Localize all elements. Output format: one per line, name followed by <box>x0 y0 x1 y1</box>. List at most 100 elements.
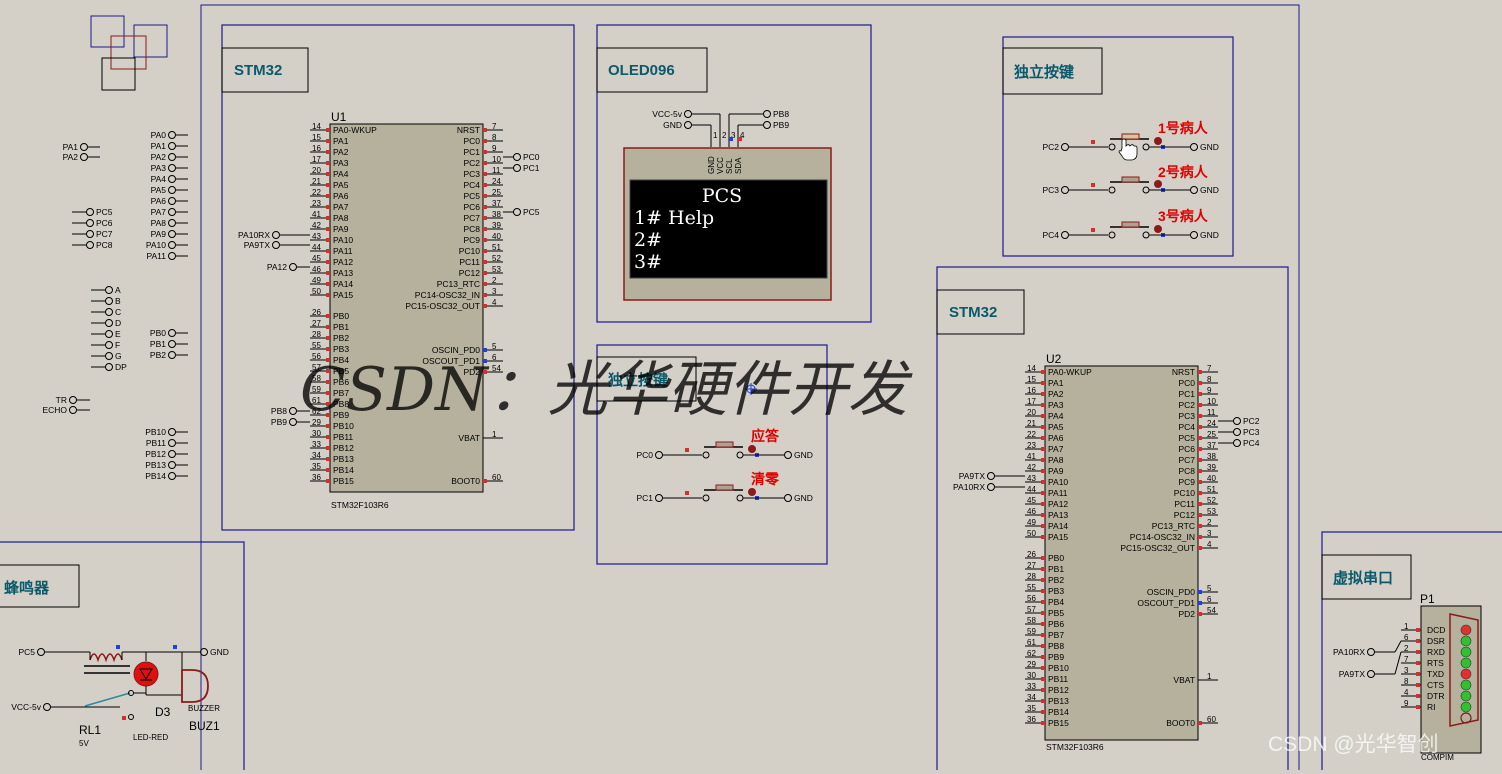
terminal-left-node <box>105 308 113 316</box>
terminal-pc5: PC5 <box>523 207 540 217</box>
terminal-pa9tx-node <box>272 241 280 249</box>
chip-pin-name: PC5 <box>1178 433 1195 443</box>
chip-pin-number: 45 <box>1027 496 1036 505</box>
switch-contact <box>702 494 710 502</box>
chip-pin-number: 42 <box>1027 463 1036 472</box>
chip-pin-marker <box>1041 392 1045 396</box>
chip-pin-name: PB11 <box>333 432 353 442</box>
chip-pin-name: PC11 <box>1174 499 1195 509</box>
oled-pin-marker <box>738 137 742 141</box>
chip-pin-number: 49 <box>1027 518 1036 527</box>
chip-pin-name: PC1 <box>1178 389 1195 399</box>
chip-pin-number: 5 <box>492 342 497 351</box>
chip-pin-marker <box>1041 556 1045 560</box>
chip-pin-number: 43 <box>312 232 321 241</box>
chip-pin-name: PC3 <box>463 169 480 179</box>
chip-pin-name: PA3 <box>1048 400 1064 410</box>
chip-pin-number: 11 <box>1207 408 1216 417</box>
chip-pin-marker <box>483 194 487 198</box>
chip-pin-marker <box>1198 524 1202 528</box>
pin-marker <box>1091 140 1095 144</box>
chip-pin-number: 52 <box>1207 496 1216 505</box>
terminal-left: B <box>115 296 121 306</box>
terminal-left: PA7 <box>151 207 167 217</box>
terminal-left-node <box>69 396 77 404</box>
chip-pin-number: 26 <box>312 308 321 317</box>
chip-pin-number: 39 <box>1207 463 1216 472</box>
chip-pin-number: 25 <box>1207 430 1216 439</box>
chip-pin-name: PB10 <box>1048 663 1069 673</box>
terminal-left-node <box>80 143 88 151</box>
terminal-pb9-node <box>763 121 771 129</box>
status-led-icon <box>1460 635 1472 647</box>
chip-pin-marker <box>1041 403 1045 407</box>
terminal-pb9: PB9 <box>773 120 789 130</box>
chip-pin-name: VBAT <box>458 433 480 443</box>
chip-pin-name: PA1 <box>333 136 349 146</box>
chip-pin-number: 59 <box>1027 627 1036 636</box>
chip-pin-marker <box>1041 600 1045 604</box>
chip-pin-number: 51 <box>1207 485 1216 494</box>
terminal-left: PB13 <box>145 460 166 470</box>
chip-pin-marker <box>326 479 330 483</box>
chip-pin-marker <box>326 282 330 286</box>
chip-pin-name: PC10 <box>1174 488 1196 498</box>
chip-pin-number: 4 <box>1207 540 1212 549</box>
terminal-pc0: PC0 <box>523 152 540 162</box>
chip-pin-name: PB15 <box>333 476 354 486</box>
chip-pin-number: 14 <box>1027 364 1036 373</box>
chip-pin-name: PB0 <box>333 311 349 321</box>
chip-pin-name: NRST <box>457 125 480 135</box>
buzzer-circuit: PC5 GND VCC-5v RL1 5V D3 LED-RED BUZZER BUZ1 <box>11 645 229 748</box>
chip-pin-name: PA0-WKUP <box>1048 367 1092 377</box>
relay-contact <box>128 714 134 720</box>
header-oled: OLED096 <box>608 62 675 79</box>
chip-pin-name: PA12 <box>333 257 353 267</box>
chip-pin-marker <box>326 194 330 198</box>
terminal-left: E <box>115 329 121 339</box>
key-label: 1号病人 <box>1158 120 1209 136</box>
chip-pin-number: 46 <box>312 265 321 274</box>
chip-pin-name: PB11 <box>1048 674 1068 684</box>
chip-pin-marker <box>1198 414 1202 418</box>
chip-pin-marker <box>1198 480 1202 484</box>
terminal-left: PB14 <box>145 471 166 481</box>
chip-pin-marker <box>1041 535 1045 539</box>
chip-pin-number: 22 <box>1027 430 1036 439</box>
chip-pin-marker <box>1041 414 1045 418</box>
pin-marker <box>122 716 126 720</box>
chip-pin-name: PA6 <box>1048 433 1064 443</box>
watermark-text: CSDN：光华硬件开发 <box>300 355 914 425</box>
chip-pin-number: 34 <box>1027 693 1036 702</box>
chip-pin-marker <box>326 128 330 132</box>
chip-pin-name: PC8 <box>463 224 480 234</box>
chip-pin-number: 37 <box>492 199 501 208</box>
chip-pin-number: 53 <box>492 265 501 274</box>
status-led-icon <box>1460 701 1472 713</box>
oled-screen-line: 2# <box>634 229 662 251</box>
chip-pin-name: PA7 <box>1048 444 1064 454</box>
chip-pin-marker <box>326 216 330 220</box>
chip-pin-name: PC14-OSC32_IN <box>415 290 480 300</box>
chip-pin-name: PC9 <box>1178 477 1195 487</box>
chip-pin-number: 22 <box>312 188 321 197</box>
terminal-gnd: GND <box>1200 142 1219 152</box>
terminal-pc1: PC1 <box>523 163 540 173</box>
chip-pin-marker <box>1041 381 1045 385</box>
chip-pin-marker <box>326 172 330 176</box>
header-buzzer: 蜂鸣器 <box>4 579 50 597</box>
terminal-key-node <box>1061 186 1069 194</box>
status-led-icon <box>1460 657 1472 669</box>
chip-pin-name: PB6 <box>1048 619 1064 629</box>
chip-pin-number: 25 <box>492 188 501 197</box>
chip-pin-marker <box>1041 721 1045 725</box>
chip-pin-name: PA1 <box>1048 378 1064 388</box>
chip-pin-name: PA4 <box>333 169 349 179</box>
terminal-pa9tx: PA9TX <box>244 240 271 250</box>
terminal-left-node <box>168 329 176 337</box>
chip-pin-marker <box>483 282 487 286</box>
terminal-left-node <box>80 153 88 161</box>
terminal-left-node <box>168 186 176 194</box>
chip-pin-name: PB12 <box>1048 685 1069 695</box>
chip-pin-name: PA11 <box>1048 488 1068 498</box>
